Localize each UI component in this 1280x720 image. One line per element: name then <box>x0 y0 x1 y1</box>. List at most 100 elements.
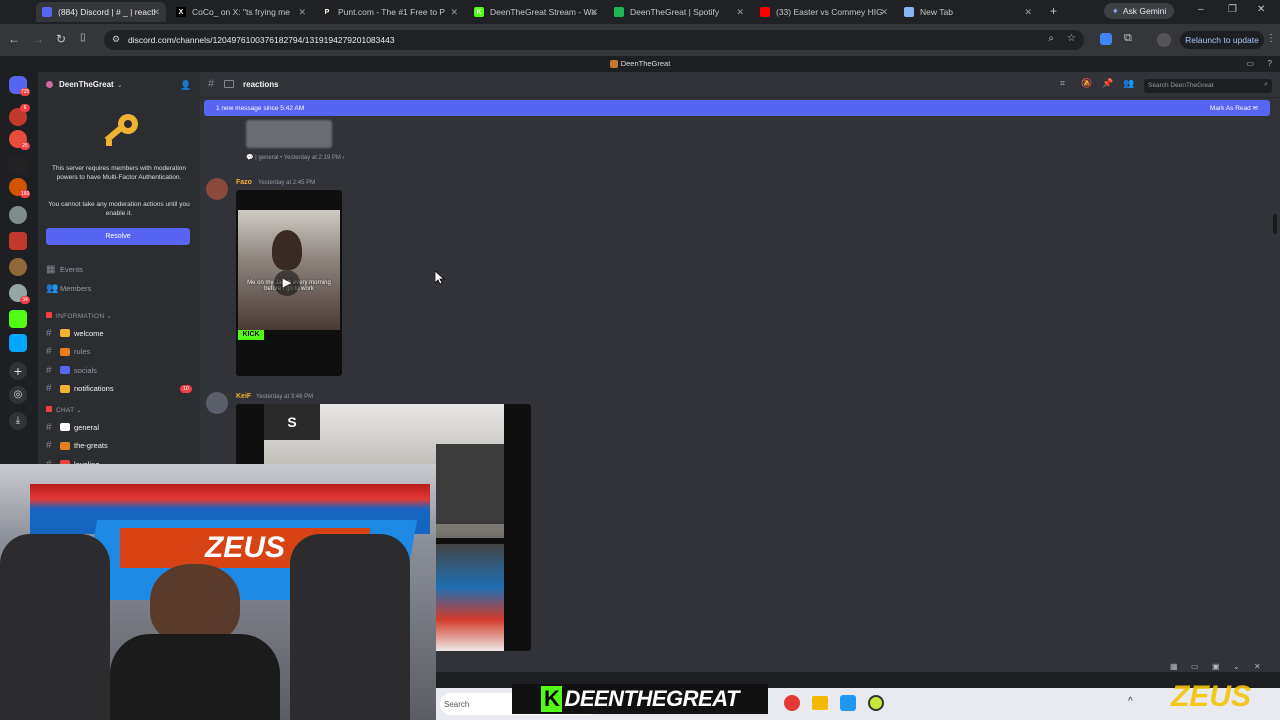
channel-emoji-icon <box>60 347 70 356</box>
player-control-icon[interactable]: ⌄ <box>1233 662 1240 671</box>
close-tab-icon[interactable]: ✕ <box>298 7 306 18</box>
browser-tab[interactable]: X CoCo_ on X: "ts frying me ✕ <box>170 2 312 22</box>
category-information[interactable]: INFORMATION ⌄ <box>46 312 112 320</box>
extension-icon[interactable] <box>1100 33 1112 45</box>
close-tab-icon[interactable]: ✕ <box>152 7 160 18</box>
add-member-icon[interactable]: 👤 <box>180 80 191 91</box>
new-messages-label: 1 new message since 5:42 AM <box>216 104 305 112</box>
forward-icon[interactable]: → <box>32 32 44 46</box>
file-explorer-icon[interactable] <box>812 696 828 710</box>
server-header[interactable]: DeenTheGreat ⌄ <box>46 80 123 89</box>
message-username[interactable]: Fazo <box>236 179 252 186</box>
channel-emoji-icon <box>60 384 70 393</box>
channel-name: reactions <box>243 80 279 89</box>
server-icon[interactable] <box>9 156 27 174</box>
browser-tab[interactable]: (33) Easter vs Commey HIG ✕ <box>754 2 894 22</box>
browser-menu-icon[interactable]: ⋮ <box>1266 33 1276 44</box>
search-input[interactable]: Search DeenTheGreat ⌕ <box>1144 79 1272 93</box>
app-icon[interactable] <box>840 695 856 711</box>
category-label: CHAT <box>56 407 75 414</box>
channel-label: notifications <box>74 384 114 393</box>
server-icon[interactable] <box>9 334 27 352</box>
sidebar-item-welcome[interactable]: # welcome <box>46 326 196 340</box>
avatar[interactable] <box>206 392 228 414</box>
server-icon[interactable] <box>9 206 27 224</box>
sidebar-item-socials[interactable]: # socials <box>46 363 196 377</box>
browser-tab[interactable]: (884) Discord | # _ | reacti ✕ <box>36 2 166 22</box>
minimize-icon[interactable]: – <box>1198 4 1204 15</box>
browser-tab[interactable]: DeenTheGreat | Spotify ✕ <box>608 2 750 22</box>
browser-tab[interactable]: New Tab ✕ <box>898 2 1038 22</box>
sidebar-item-the-greats[interactable]: # the-greats <box>46 439 196 453</box>
person-silhouette <box>272 230 302 270</box>
avatar[interactable] <box>206 178 228 200</box>
restore-icon[interactable]: ❐ <box>1228 4 1237 15</box>
message-username[interactable]: KeiF <box>236 393 251 400</box>
explore-icon[interactable]: ◎ <box>9 386 27 404</box>
unread-badge: 10 <box>179 384 192 393</box>
chrome-icon[interactable] <box>784 695 800 711</box>
category-chat[interactable]: CHAT ⌄ <box>46 406 82 414</box>
nav-item-events[interactable]: ▦ Events <box>46 262 196 276</box>
close-tab-icon[interactable]: ✕ <box>880 7 888 18</box>
message-timestamp: Yesterday at 3:46 PM <box>256 394 314 400</box>
add-server-icon[interactable]: + <box>9 362 27 380</box>
reload-icon[interactable]: ↻ <box>56 32 66 46</box>
site-info-icon[interactable]: ⚙ <box>112 34 120 45</box>
zoom-icon[interactable]: ⌕ <box>1048 33 1054 44</box>
hash-icon: # <box>46 383 52 394</box>
boxing-ring <box>436 444 504 524</box>
server-badge: 34 <box>20 296 30 304</box>
close-tab-icon[interactable]: ✕ <box>1024 7 1032 18</box>
mark-as-read-button[interactable]: Mark As Read ✉ <box>1210 104 1258 112</box>
app-icon[interactable] <box>868 695 884 711</box>
player-control-icon[interactable]: ✕ <box>1254 662 1261 671</box>
pinned-messages-icon[interactable]: 📌 <box>1102 78 1113 89</box>
notification-settings-icon[interactable]: 🔕 <box>1081 78 1092 89</box>
player-control-icon[interactable]: ▭ <box>1191 662 1199 671</box>
close-tab-icon[interactable]: ✕ <box>590 7 598 18</box>
browser-tab[interactable]: P Punt.com - The #1 Free to P ✕ <box>316 2 464 22</box>
play-icon[interactable]: ▶ <box>274 270 300 296</box>
player-control-icon[interactable]: ▦ <box>1170 662 1178 671</box>
tab-label: CoCo_ on X: "ts frying me <box>192 7 290 17</box>
puzzle-extensions-icon[interactable]: ⧉ <box>1124 32 1132 45</box>
help-icon[interactable]: ? <box>1268 56 1272 72</box>
video-attachment[interactable]: Me on my Jacob every morning before I go… <box>236 190 342 376</box>
attachment-image[interactable] <box>246 120 332 148</box>
server-icon[interactable] <box>9 232 27 250</box>
member-list-icon[interactable]: 👥 <box>1123 78 1134 89</box>
profile-avatar[interactable] <box>1157 33 1171 47</box>
webcam-overlay: ZEUS <box>0 464 436 720</box>
server-list: 735 6 25 160 34 + ◎ ⤓ <box>0 72 36 472</box>
chat-scrollbar[interactable] <box>1273 214 1277 234</box>
download-icon[interactable]: ⤓ <box>9 412 27 430</box>
relaunch-update-button[interactable]: Relaunch to update <box>1180 31 1264 49</box>
bookmark-star-icon[interactable]: ☆ <box>1067 33 1076 44</box>
address-bar[interactable]: ⚙ discord.com/channels/12049761003761827… <box>104 30 1084 50</box>
thread-reference[interactable]: 💬 | general • Yesterday at 2:19 PM › <box>246 154 345 161</box>
server-icon[interactable] <box>9 258 27 276</box>
new-tab-button[interactable]: + <box>1050 4 1057 18</box>
threads-icon[interactable]: ⌗ <box>1060 78 1065 89</box>
server-icon[interactable] <box>9 310 27 328</box>
inbox-icon[interactable]: ▭ <box>1246 56 1254 72</box>
nav-item-members[interactable]: 👥 Members <box>46 281 196 295</box>
category-icon <box>46 312 52 318</box>
back-icon[interactable]: ← <box>8 32 20 46</box>
tray-chevron-icon[interactable]: ^ <box>1128 696 1133 707</box>
ask-gemini-button[interactable]: ✦ Ask Gemini <box>1104 3 1174 19</box>
sidebar-item-rules[interactable]: # rules <box>46 345 196 359</box>
sidebar-item-general[interactable]: # general <box>46 420 196 434</box>
close-tab-icon[interactable]: ✕ <box>736 7 744 18</box>
sidebar-item-notifications[interactable]: # notifications 10 <box>46 382 196 396</box>
nav-label: Events <box>60 264 83 274</box>
player-control-icon[interactable]: ▣ <box>1212 662 1220 671</box>
browser-tab[interactable]: K DeenTheGreat Stream - Wa ✕ <box>468 2 604 22</box>
side-panel-icon[interactable]: ▯ <box>80 32 86 43</box>
gaming-chair <box>0 534 110 720</box>
close-tab-icon[interactable]: ✕ <box>450 7 458 18</box>
new-messages-banner[interactable]: 1 new message since 5:42 AM Mark As Read… <box>204 100 1270 116</box>
resolve-button[interactable]: Resolve <box>46 228 190 245</box>
close-window-icon[interactable]: ✕ <box>1257 4 1265 15</box>
